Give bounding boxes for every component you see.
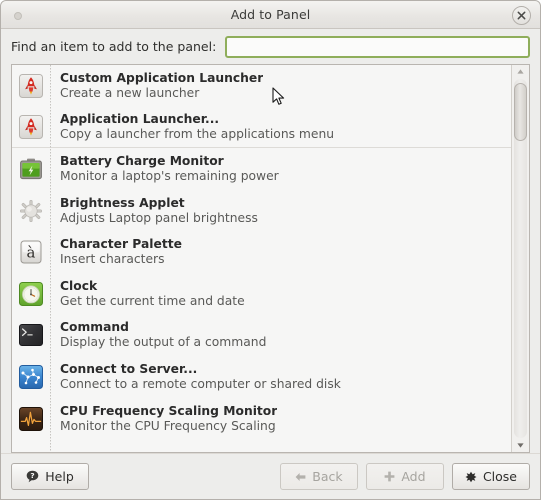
list-item-title: Battery Charge Monitor <box>60 154 224 168</box>
list-item-title: Character Palette <box>60 238 182 252</box>
applet-list-panel: Custom Application Launcher Create a new … <box>11 64 530 453</box>
list-item[interactable]: Battery Charge Monitor Monitor a laptop's… <box>12 148 511 190</box>
search-input[interactable] <box>225 35 530 58</box>
help-icon: ? <box>26 470 39 483</box>
window-title: Add to Panel <box>230 7 311 22</box>
list-item-title: Command <box>60 321 129 335</box>
vertical-scrollbar[interactable] <box>511 65 529 452</box>
list-item-text: Connect to Server... Connect to a remote … <box>60 363 341 391</box>
add-to-panel-dialog: Add to Panel Find an item to add to the … <box>0 0 541 500</box>
search-row: Find an item to add to the panel: <box>1 29 540 64</box>
svg-text:à: à <box>27 244 36 262</box>
list-item[interactable]: Command Display the output of a command <box>12 315 511 357</box>
add-button[interactable]: Add <box>365 463 444 490</box>
scroll-down-button[interactable] <box>512 439 529 452</box>
list-item-text: Battery Charge Monitor Monitor a laptop's… <box>60 155 279 183</box>
add-button-label: Add <box>401 469 426 484</box>
plus-icon <box>384 471 395 482</box>
list-item-description: Adjusts Laptop panel brightness <box>60 210 258 225</box>
list-item-text: Application Launcher... Copy a launcher f… <box>60 113 334 141</box>
list-item-description: Connect to a remote computer or shared d… <box>60 376 341 391</box>
chevron-up-icon <box>517 69 524 74</box>
chevron-down-icon <box>517 443 524 448</box>
brightness-icon <box>18 198 44 224</box>
list-item-description: Monitor a laptop's remaining power <box>60 168 279 183</box>
close-button[interactable]: Close <box>451 463 530 490</box>
svg-text:?: ? <box>31 471 35 480</box>
title-bar: Add to Panel <box>1 1 540 29</box>
application-launcher-icon <box>18 114 44 140</box>
list-item[interactable]: à Character Palette Insert characters <box>12 231 511 273</box>
column-separator <box>50 65 51 452</box>
terminal-icon <box>18 322 44 348</box>
list-item[interactable]: CPU Frequency Scaling Monitor Monitor the… <box>12 398 511 440</box>
character-palette-icon: à <box>18 239 44 265</box>
scrollbar-thumb[interactable] <box>514 83 527 141</box>
window-menu-dot <box>14 12 22 20</box>
back-button[interactable]: Back <box>279 463 358 490</box>
list-item-description: Create a new launcher <box>60 85 200 100</box>
battery-icon <box>18 156 44 182</box>
network-server-icon <box>18 364 44 390</box>
list-item-title: CPU Frequency Scaling Monitor <box>60 404 278 418</box>
list-item-text: CPU Frequency Scaling Monitor Monitor the… <box>60 405 277 433</box>
list-item-title: Custom Application Launcher <box>60 71 264 85</box>
list-item-title: Connect to Server... <box>60 362 198 376</box>
list-item[interactable]: Custom Application Launcher Create a new … <box>12 65 511 107</box>
list-item-description: Copy a launcher from the applications me… <box>60 127 335 142</box>
scroll-up-button[interactable] <box>512 65 529 78</box>
applet-list[interactable]: Custom Application Launcher Create a new … <box>12 65 511 452</box>
list-item-description: Get the current time and date <box>60 293 245 308</box>
cpu-frequency-icon <box>18 406 44 432</box>
clock-icon <box>18 281 44 307</box>
scrollbar-track[interactable] <box>514 79 527 438</box>
list-item[interactable]: Clock Get the current time and date <box>12 273 511 315</box>
back-button-label: Back <box>312 469 343 484</box>
list-item-text: Command Display the output of a command <box>60 321 266 349</box>
search-label: Find an item to add to the panel: <box>11 39 217 54</box>
x-mark-icon <box>465 471 477 483</box>
list-item-text: Character Palette Insert characters <box>60 238 182 266</box>
list-item-text: Clock Get the current time and date <box>60 280 245 308</box>
list-item[interactable]: Application Launcher... Copy a launcher f… <box>12 107 511 149</box>
list-item-text: Custom Application Launcher Create a new … <box>60 72 263 100</box>
list-item[interactable]: Brightness Applet Adjusts Laptop panel br… <box>12 190 511 232</box>
help-button-label: Help <box>45 469 74 484</box>
close-icon <box>517 11 526 20</box>
list-item-title: Application Launcher... <box>60 113 220 127</box>
application-launcher-icon <box>18 73 44 99</box>
list-item-title: Clock <box>60 279 98 293</box>
close-button-label: Close <box>482 469 517 484</box>
list-item-text: Brightness Applet Adjusts Laptop panel br… <box>60 197 258 225</box>
list-item-description: Monitor the CPU Frequency Scaling <box>60 418 276 433</box>
help-button[interactable]: ? Help <box>11 463 89 490</box>
arrow-left-icon <box>295 472 306 482</box>
dialog-action-bar: ? Help Back Add Close <box>1 453 540 499</box>
list-item-description: Display the output of a command <box>60 335 267 350</box>
list-item-description: Insert characters <box>60 252 165 267</box>
list-item[interactable]: Connect to Server... Connect to a remote … <box>12 356 511 398</box>
window-close-button[interactable] <box>512 6 531 25</box>
list-item-title: Brightness Applet <box>60 196 185 210</box>
